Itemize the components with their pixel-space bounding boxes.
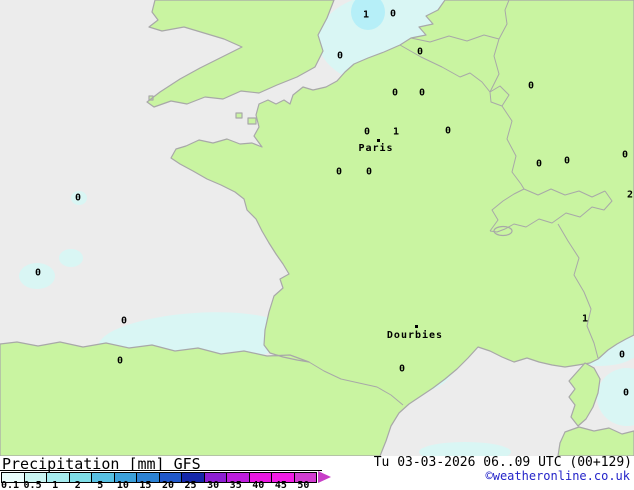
precip-value-marker: 0	[535, 158, 543, 170]
precip-value-marker: 0	[618, 349, 626, 361]
precip-value-marker: 0	[74, 192, 82, 204]
precip-value-marker: 0	[398, 363, 406, 375]
legend-tick-label: 50	[297, 480, 310, 490]
legend-underline	[0, 470, 322, 471]
forecast-datetime: Tu 03-03-2026 06..09 UTC (00+129)	[373, 455, 632, 470]
precip-value-marker: 0	[335, 166, 343, 178]
legend-tick-label: 0.5	[23, 480, 42, 490]
city-dot	[377, 139, 380, 142]
legend-tick-label: 0.1	[0, 480, 20, 490]
precip-value-marker: 0	[116, 355, 124, 367]
precip-value-marker: 0	[389, 8, 397, 20]
city-label: Dourbies	[386, 330, 444, 341]
precip-value-marker: 0	[391, 87, 399, 99]
copyright-text: ©weatheronline.co.uk	[485, 469, 631, 483]
precip-value-marker: 0	[363, 126, 371, 138]
precip-value-marker: 0	[418, 87, 426, 99]
precip-value-marker: 0	[563, 155, 571, 167]
legend-tick-label: 25	[184, 480, 197, 490]
legend-tick-label: 20	[161, 480, 175, 490]
precip-value-marker: 0	[527, 80, 535, 92]
city-label: Paris	[358, 143, 394, 154]
precip-value-marker: 0	[416, 46, 424, 58]
legend-tick-label: 35	[229, 480, 242, 490]
legend-tick-label: 30	[207, 480, 220, 490]
precip-value-marker: 0	[444, 125, 452, 137]
precip-value-marker: 1	[581, 313, 589, 325]
legend-tick-label: 5	[97, 480, 104, 490]
map-canvas	[0, 0, 634, 456]
legend-colorbar	[1, 472, 317, 483]
precip-value-marker: 1	[392, 126, 400, 138]
precip-value-marker: 0	[336, 50, 344, 62]
legend-tick-label: 45	[274, 480, 287, 490]
land-channel-island-2	[248, 118, 256, 124]
precip-value-marker: 2	[626, 189, 634, 201]
precipitation-map: 1 0 0 0 0 0 0 1 0 0 0 0 0 0 0 0 0 0 0 2 1 0 0 0 Paris Dourbies	[0, 0, 634, 456]
legend-tick-label: 2	[74, 480, 81, 490]
precip-value-marker: 0	[120, 315, 128, 327]
land-channel-island-1	[236, 113, 242, 118]
legend-tick-label: 15	[139, 480, 152, 490]
precip-value-marker: 0	[621, 149, 629, 161]
precip-value-marker: 0	[622, 387, 630, 399]
precip-value-marker: 1	[362, 9, 370, 21]
legend-tick-label: 40	[252, 480, 265, 490]
legend-tick-label: 1	[52, 480, 59, 490]
legend-tick-label: 10	[116, 480, 129, 490]
precip-value-marker: 0	[365, 166, 373, 178]
legend-arrow-icon	[318, 471, 331, 483]
weather-map-page: 1 0 0 0 0 0 0 1 0 0 0 0 0 0 0 0 0 0 0 2 1 0 0 0 Paris Dourbies P…	[0, 0, 634, 490]
legend-segment	[47, 473, 70, 482]
city-dot	[415, 325, 418, 328]
legend-segment	[69, 473, 92, 482]
precip-value-marker: 0	[34, 267, 42, 279]
